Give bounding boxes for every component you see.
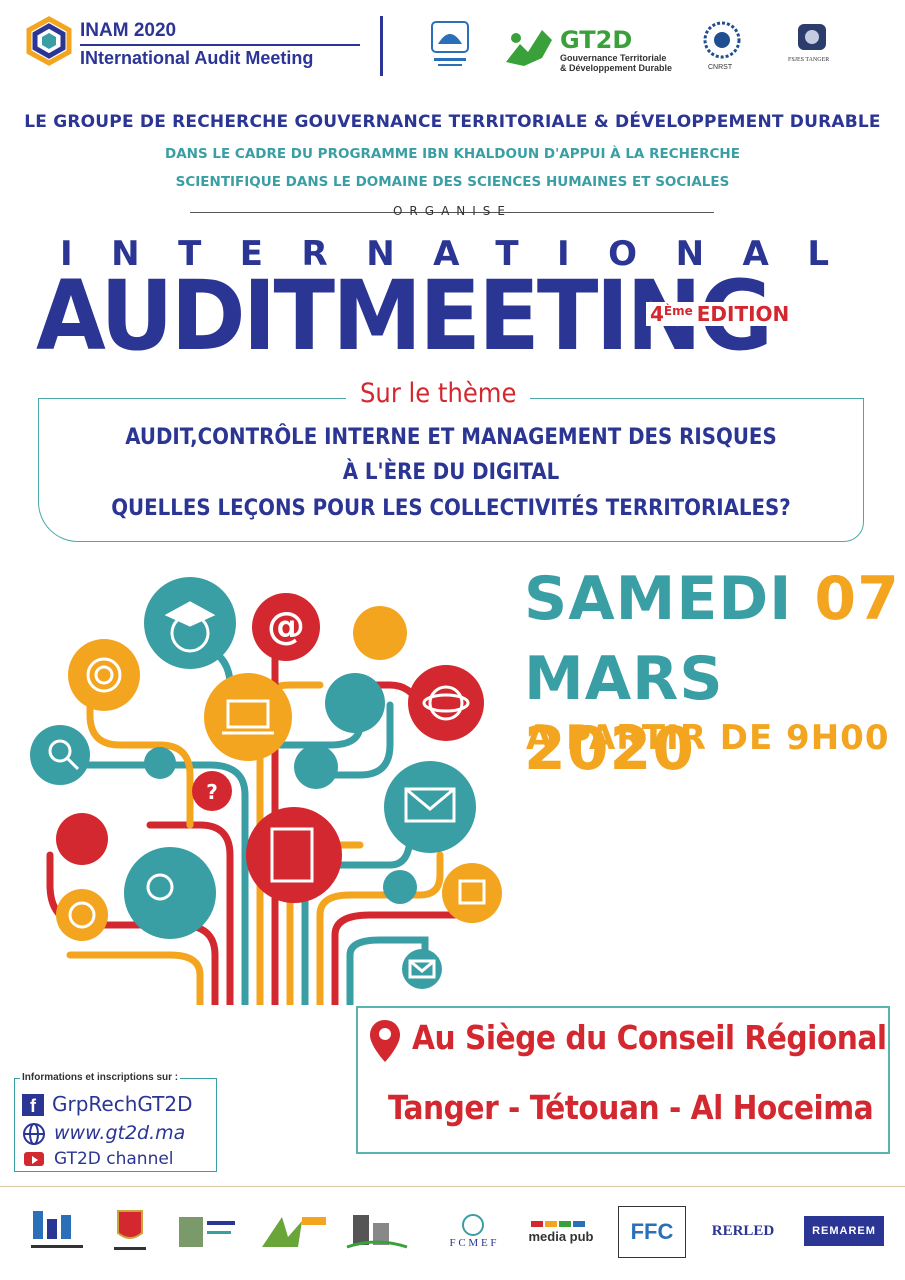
- youtube-icon: [24, 1152, 44, 1166]
- theme-heading: Sur le thème: [346, 378, 531, 409]
- sponsor-logo-2: [100, 1206, 160, 1256]
- gt2d-sub1: Gouvernance Territoriale: [560, 53, 667, 63]
- edition-word: EDITION: [696, 302, 790, 326]
- sponsor-logo-5: [344, 1206, 410, 1256]
- organizer-line1: LE GROUPE DE RECHERCHE GOUVERNANCE TERRI…: [24, 112, 881, 132]
- facebook-icon: f: [22, 1094, 44, 1116]
- info-heading: Informations et inscriptions sur :: [20, 1072, 181, 1083]
- header-divider: [380, 16, 383, 76]
- footer-divider: [0, 1186, 905, 1187]
- edition-num: 4: [650, 302, 664, 326]
- sponsor-logo-1: [26, 1206, 88, 1256]
- brand-line2: INternational Audit Meeting: [80, 48, 314, 68]
- organise-label: ORGANISE: [392, 204, 512, 218]
- edition-badge: 4Ème EDITION: [646, 302, 794, 326]
- sponsor-logo-4: [256, 1206, 330, 1256]
- fsjes-logo: [794, 20, 830, 54]
- date-line2: MARS 2020: [524, 644, 905, 784]
- sponsor-logo-3: [172, 1206, 242, 1256]
- venue-line1: Au Siège du Conseil Régional: [412, 1018, 887, 1057]
- date-line1: SAMEDI 07: [524, 564, 900, 634]
- cnrst-logo: [700, 20, 744, 62]
- sponsor-remarem: REMAREM: [804, 1216, 884, 1246]
- theme-line2: À L'ÈRE DU DIGITAL: [342, 460, 560, 485]
- date-day-name: SAMEDI: [524, 564, 793, 634]
- knowledge-tree-illustration: @ ?: [30, 575, 520, 1009]
- sponsor-rerled-label: RERLED: [711, 1222, 775, 1239]
- venue-line2: Tanger - Tétouan - Al Hoceima: [388, 1088, 874, 1127]
- inam-logo: [24, 16, 74, 66]
- location-pin-icon: [368, 1018, 402, 1064]
- svg-text:?: ?: [206, 780, 218, 804]
- sponsor-fcmef-label: F C M E F: [449, 1237, 497, 1249]
- theme-line1: AUDIT,CONTRÔLE INTERNE ET MANAGEMENT DES…: [125, 425, 777, 450]
- website-link[interactable]: www.gt2d.ma: [54, 1122, 185, 1144]
- cnrst-label: CNRST: [708, 64, 733, 71]
- date-day-num: 07: [814, 564, 900, 634]
- fsjes-label: FSJES TANGER: [788, 57, 830, 63]
- gt2d-logo: [502, 22, 556, 72]
- sponsor-remarem-label: REMAREM: [812, 1225, 876, 1237]
- sponsor-mediapub-label: media pub: [528, 1228, 594, 1244]
- sponsor-ffc-label: FFC: [630, 1219, 674, 1244]
- organizer-line2: DANS LE CADRE DU PROGRAMME IBN KHALDOUN …: [165, 146, 740, 162]
- gt2d-title: GT2D: [560, 26, 633, 54]
- brand-line1: INAM 2020: [80, 20, 177, 41]
- svg-text:@: @: [267, 604, 305, 648]
- sponsor-fcmef: F C M E F: [436, 1206, 510, 1256]
- date-time: A PARTIR DE 9H00: [526, 718, 890, 758]
- sponsor-ffc: FFC: [618, 1206, 686, 1258]
- brand-underline: [80, 44, 360, 46]
- edition-sup: Ème: [663, 304, 693, 318]
- date-month: MARS: [524, 644, 724, 714]
- sponsor-mediapub: media pub: [520, 1206, 602, 1256]
- theme-line3: QUELLES LEÇONS POUR LES COLLECTIVITÉS TE…: [111, 496, 791, 521]
- youtube-link[interactable]: GT2D channel: [54, 1149, 174, 1169]
- globe-icon: [22, 1122, 46, 1146]
- gt2d-sub2: & Développement Durable: [560, 63, 673, 73]
- sponsor-rerled: RERLED: [702, 1206, 784, 1256]
- university-logo: [428, 18, 472, 72]
- organizer-line3: SCIENTIFIQUE DANS LE DOMAINE DES SCIENCE…: [175, 174, 730, 190]
- facebook-link[interactable]: GrpRechGT2D: [52, 1092, 193, 1116]
